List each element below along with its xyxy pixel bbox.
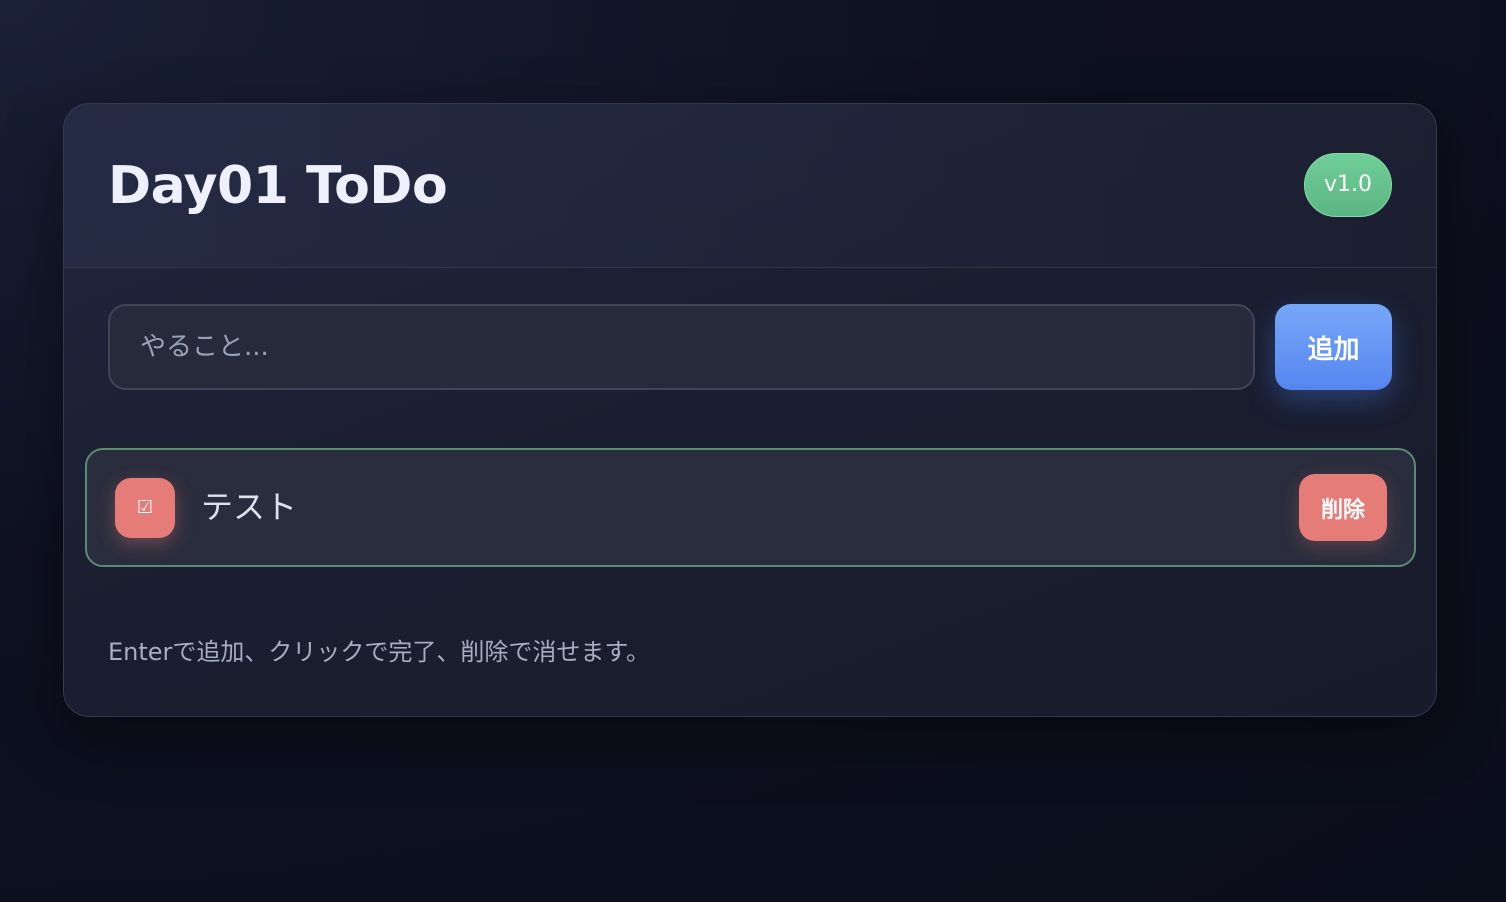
todo-item[interactable]: ☑ テスト 削除 xyxy=(85,448,1416,567)
checkbox-icon[interactable]: ☑ xyxy=(115,478,175,538)
page-title: Day01 ToDo xyxy=(108,156,448,216)
add-button[interactable]: 追加 xyxy=(1275,304,1392,390)
todo-input[interactable] xyxy=(108,304,1255,390)
usage-hint: Enterで追加、クリックで完了、削除で消せます。 xyxy=(108,638,651,666)
delete-button[interactable]: 削除 xyxy=(1299,474,1387,541)
todo-item-label[interactable]: テスト xyxy=(201,486,297,528)
todo-card: Day01 ToDo v1.0 追加 ☑ テスト 削除 Enterで追加、クリッ… xyxy=(63,103,1437,717)
version-badge: v1.0 xyxy=(1304,153,1392,217)
card-header: Day01 ToDo v1.0 xyxy=(64,104,1436,268)
